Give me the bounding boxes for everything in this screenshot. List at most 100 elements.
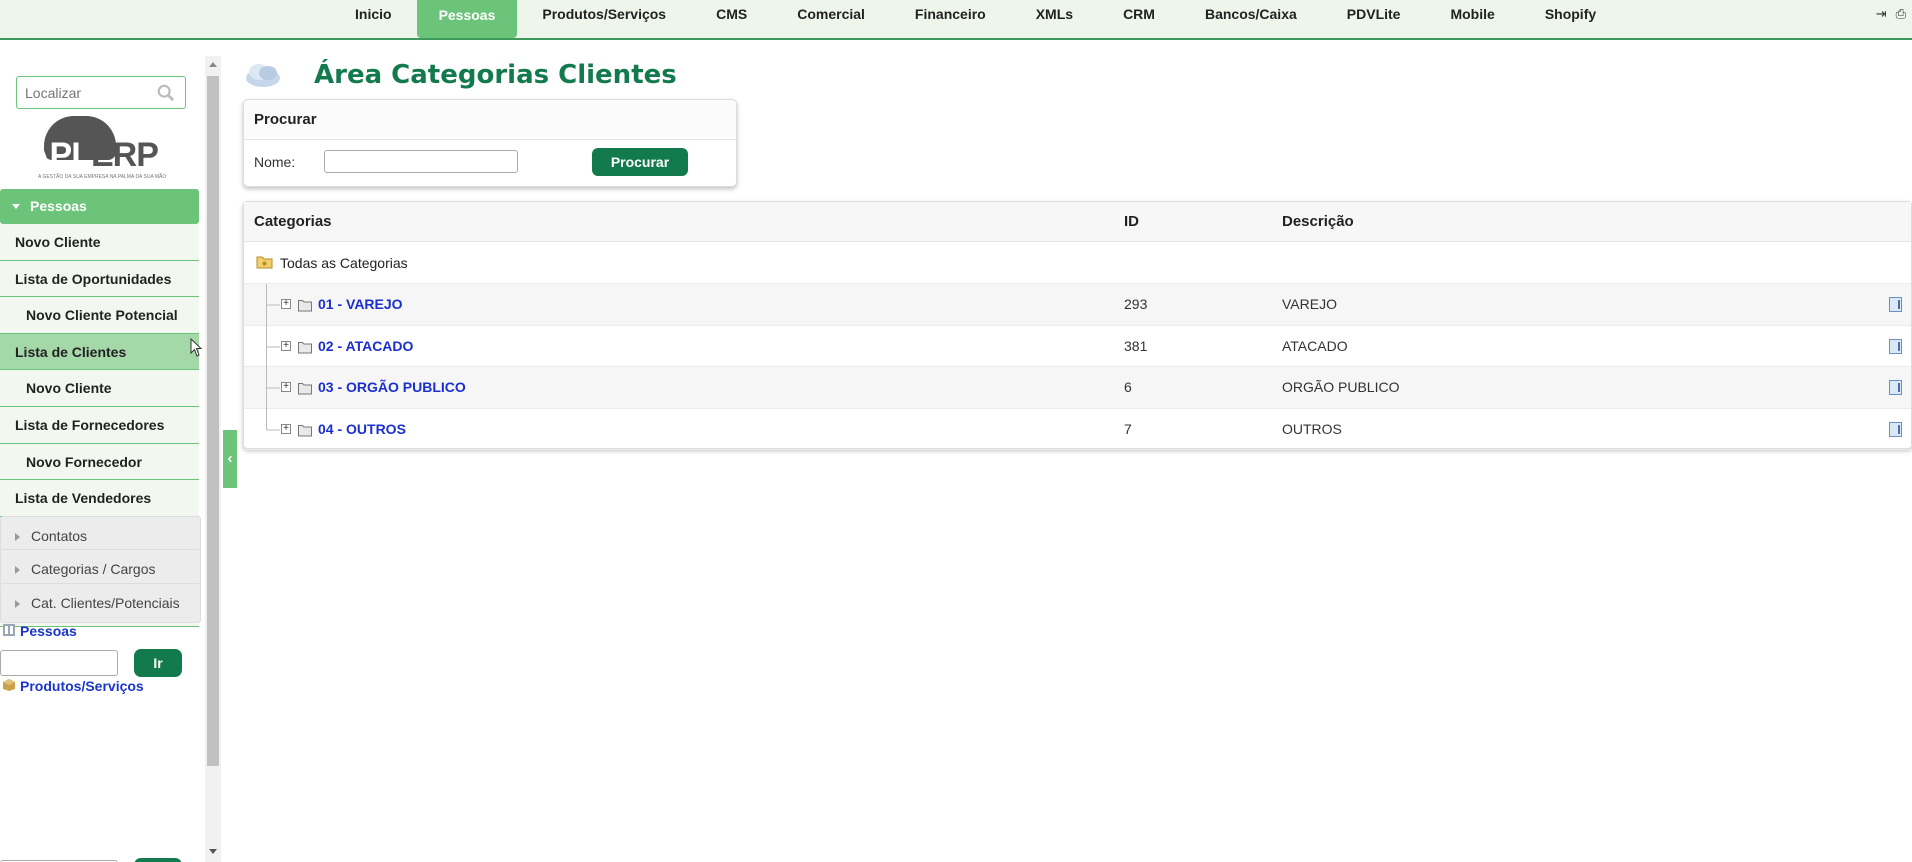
sidebar-scrollbar[interactable] [205,56,221,862]
caret-down-icon [12,204,20,209]
top-nav-item-shopify[interactable]: Shopify [1520,0,1621,38]
sidebar-item-lista-de-clientes[interactable]: Lista de Clientes [0,333,199,371]
expand-icon[interactable]: + [281,423,291,434]
tree-root-label: Todas as Categorias [280,255,408,271]
logout-icon[interactable]: ⇥ [1876,6,1887,22]
column-header-id[interactable]: ID [1124,202,1139,242]
name-input[interactable] [324,150,518,173]
logo-text-right: ERP [91,136,159,174]
sidebar-section-cat-clientes[interactable]: Cat. Clientes/Potenciais [0,583,201,623]
folder-icon [298,424,312,436]
mouse-cursor-icon [190,338,203,357]
logo-tagline: A GESTÃO DA SUA EMPRESA NA PALMA DA SUA … [38,174,167,180]
edit-document-icon[interactable] [1889,380,1902,395]
sidebar-section-label: Cat. Clientes/Potenciais [31,595,180,611]
table-row: +01 - VAREJO 293 VAREJO [244,284,1911,326]
grid-header-row: Categorias ID Descrição [244,202,1911,242]
edit-document-icon[interactable] [1889,421,1902,437]
search-panel-header: Procurar [244,100,736,140]
category-description: OUTROS [1282,420,1342,437]
sidebar-item-novo-cliente-potencial[interactable]: Novo Cliente Potencial [0,297,199,334]
quick-go-button-2[interactable] [134,858,182,862]
cloud-icon [246,64,280,87]
search-button[interactable]: Procurar [592,148,688,176]
scroll-down-icon[interactable] [209,849,217,854]
expand-icon[interactable]: + [281,340,291,351]
quick-link-pessoas[interactable]: Pessoas [0,623,77,639]
category-link[interactable]: 04 - OUTROS [318,409,406,450]
caret-right-icon [15,600,20,608]
category-id: 7 [1124,420,1132,437]
category-id: 293 [1124,296,1148,312]
quick-pessoas-input[interactable] [0,650,118,676]
table-row: +02 - ATACADO 381 ATACADO [244,325,1911,368]
expand-icon[interactable]: + [281,382,291,392]
sidebar-search [16,76,186,109]
people-icon [3,624,15,636]
top-nav-item-pessoas[interactable]: Pessoas [416,0,518,38]
name-label: Nome: [254,154,296,170]
table-row: +04 - OUTROS 7 OUTROS [244,408,1911,450]
caret-right-icon [15,566,20,574]
tree-root-node[interactable]: Todas as Categorias [244,242,1911,284]
grid-body: +01 - VAREJO 293 VAREJO +02 - ATACADO 381 ATA… [244,284,1911,450]
top-nav-menu: Inicio Pessoas Produtos/Serviços CMS Comerci… [330,0,1621,38]
top-nav-item-comercial[interactable]: Comercial [772,0,890,38]
category-description: ORGÃO PUBLICO [1282,379,1400,395]
edit-document-icon[interactable] [1889,297,1902,312]
edit-document-icon[interactable] [1889,338,1902,354]
sidebar-section-pessoas[interactable]: Pessoas [0,189,199,224]
category-description: VAREJO [1282,296,1337,312]
categories-tree-grid: Categorias ID Descrição Todas as Categor… [243,201,1912,450]
top-nav-item-inicio[interactable]: Inicio [330,0,417,38]
scroll-up-icon[interactable] [209,62,217,67]
category-link[interactable]: 03 - ORGÃO PUBLICO [318,367,466,408]
folder-icon [298,341,312,353]
sidebar-item-novo-cliente[interactable]: Novo Cliente [0,370,199,407]
sidebar-section-title: Pessoas [30,198,87,214]
chevron-left-icon: ‹ [227,450,233,467]
sidebar-search-input[interactable] [17,77,147,108]
scrollbar-thumb[interactable] [207,76,219,766]
top-nav-item-cms[interactable]: CMS [691,0,772,38]
sidebar: APLERP A GESTÃO DA SUA EMPRESA NA PALMA … [0,56,205,862]
sidebar-item-novo-fornecedor[interactable]: Novo Fornecedor [0,443,199,481]
folder-icon [298,300,312,312]
box-icon [3,679,15,691]
top-navigation-bar: Inicio Pessoas Produtos/Serviços CMS Comerci… [0,0,1912,40]
logo-text-left: APL [26,136,92,174]
expand-icon[interactable]: + [281,299,291,309]
top-nav-actions: ⇥ ⎙ [1876,6,1906,22]
sidebar-item-lista-de-oportunidades[interactable]: Lista de Oportunidades [0,260,199,298]
column-header-categorias[interactable]: Categorias [254,202,332,242]
caret-right-icon [15,533,20,541]
top-nav-item-crm[interactable]: CRM [1098,0,1180,38]
top-nav-item-xmls[interactable]: XMLs [1011,0,1098,38]
search-icon[interactable] [157,84,175,102]
table-row: +03 - ORGÃO PUBLICO 6 ORGÃO PUBLICO [244,367,1911,409]
top-nav-item-produtos-servi-os[interactable]: Produtos/Serviços [517,0,691,38]
sidebar-item-lista-de-vendedores[interactable]: Lista de Vendedores [0,480,199,517]
category-id: 6 [1124,379,1132,395]
sidebar-item-novo-cliente[interactable]: Novo Cliente [0,224,199,261]
category-id: 381 [1124,337,1148,354]
page-title: Área Categorias Clientes [314,60,677,90]
category-link[interactable]: 01 - VAREJO [318,284,403,325]
quick-go-button[interactable]: Ir [134,649,182,677]
top-nav-item-bancos-caixa[interactable]: Bancos/Caixa [1180,0,1322,38]
category-link[interactable]: 02 - ATACADO [318,326,413,367]
category-description: ATACADO [1282,337,1348,354]
sidebar-item-lista-de-fornecedores[interactable]: Lista de Fornecedores [0,406,199,444]
search-panel: Procurar Nome: Procurar [243,99,737,187]
column-header-descricao[interactable]: Descrição [1282,202,1354,242]
sidebar-section-label: Contatos [31,528,88,544]
print-icon[interactable]: ⎙ [1896,6,1906,22]
sidebar-collapse-button[interactable]: ‹ [223,430,237,488]
app-logo: APLERP A GESTÃO DA SUA EMPRESA NA PALMA … [26,116,176,180]
top-nav-item-financeiro[interactable]: Financeiro [890,0,1011,38]
quick-link-produtos[interactable]: Produtos/Serviços [0,678,144,694]
top-nav-item-mobile[interactable]: Mobile [1425,0,1519,38]
open-folder-icon [256,256,273,269]
top-nav-item-pdvlite[interactable]: PDVLite [1322,0,1426,38]
sidebar-section-label: Categorias / Cargos [31,561,156,577]
